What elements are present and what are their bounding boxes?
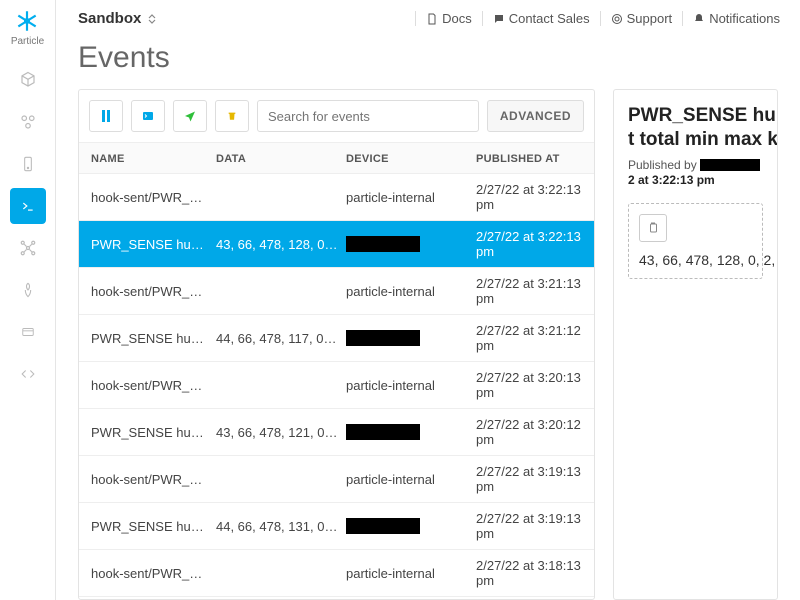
terminal-icon (141, 110, 155, 122)
cell-published: 2/27/22 at 3:19:13 pm (476, 464, 582, 494)
advanced-button[interactable]: ADVANCED (487, 100, 584, 132)
file-icon (426, 13, 438, 25)
cell-data: 43, 66, 478, 121, 0, 2, … (216, 425, 346, 440)
pause-button[interactable] (89, 100, 123, 132)
cell-name: PWR_SENSE humi… (91, 331, 216, 346)
payload-box: 43, 66, 478, 128, 0, 2, 9 (628, 203, 763, 279)
cell-device (346, 424, 476, 441)
table-row[interactable]: PWR_SENSE humi…44, 66, 478, 117, 0, 1, …… (79, 597, 594, 599)
cell-name: hook-sent/PWR_S… (91, 378, 216, 393)
redacted-device (346, 236, 420, 252)
cell-published: 2/27/22 at 3:22:13 pm (476, 182, 582, 212)
cell-device: particle-internal (346, 472, 476, 487)
nav-code-icon[interactable] (10, 356, 46, 392)
redacted-device (346, 424, 420, 440)
cell-name: PWR_SENSE humi… (91, 425, 216, 440)
detail-title-line2: t total min max kWh (628, 128, 763, 152)
table-header: NAME DATA DEVICE PUBLISHED AT (79, 143, 594, 174)
table-row[interactable]: hook-sent/PWR_S… particle-internal2/27/22… (79, 268, 594, 315)
table-row[interactable]: hook-sent/PWR_S… particle-internal2/27/22… (79, 362, 594, 409)
topnav-notifications[interactable]: Notifications (682, 11, 780, 26)
cell-device: particle-internal (346, 284, 476, 299)
topnav-contact[interactable]: Contact Sales (482, 11, 590, 26)
detail-time: 2 at 3:22:13 pm (628, 173, 763, 187)
cell-device (346, 236, 476, 253)
nav-devices-icon[interactable] (10, 146, 46, 182)
events-toolbar: ADVANCED (79, 90, 594, 143)
clear-button[interactable] (215, 100, 249, 132)
clipboard-icon (647, 221, 659, 235)
cell-device (346, 330, 476, 347)
lifebuoy-icon (611, 13, 623, 25)
payload-text: 43, 66, 478, 128, 0, 2, 9 (639, 252, 752, 268)
nav-billing-icon[interactable] (10, 314, 46, 350)
cell-name: hook-sent/PWR_S… (91, 190, 216, 205)
table-row[interactable]: PWR_SENSE humi…43, 66, 478, 121, 0, 2, …… (79, 409, 594, 456)
nav-auth-icon[interactable] (10, 272, 46, 308)
pause-icon (101, 110, 111, 122)
col-header-device: DEVICE (346, 153, 476, 165)
cell-published: 2/27/22 at 3:19:13 pm (476, 511, 582, 541)
redacted-device (700, 159, 760, 171)
workspace-label: Sandbox (78, 10, 141, 27)
cell-data: 44, 66, 478, 131, 0, 1, … (216, 519, 346, 534)
topnav-docs[interactable]: Docs (415, 11, 472, 26)
nav-integrations-icon[interactable] (10, 230, 46, 266)
send-icon (184, 110, 196, 122)
trash-icon (227, 110, 237, 122)
detail-published-by: Published by (628, 158, 763, 172)
topnav-support[interactable]: Support (600, 11, 673, 26)
copy-payload-button[interactable] (639, 214, 667, 242)
chat-icon (493, 13, 505, 25)
page-title: Events (56, 33, 800, 89)
table-row[interactable]: PWR_SENSE humi…44, 66, 478, 117, 0, 1, …… (79, 315, 594, 362)
redacted-device (346, 518, 420, 534)
cell-name: hook-sent/PWR_S… (91, 566, 216, 581)
brand-logo: Particle (11, 8, 44, 47)
cell-device: particle-internal (346, 566, 476, 581)
cell-published: 2/27/22 at 3:20:13 pm (476, 370, 582, 400)
detail-title-line1: PWR_SENSE humidity temp ligh (628, 104, 763, 128)
sidebar: Particle (0, 0, 56, 600)
col-header-data: DATA (216, 153, 346, 165)
cell-published: 2/27/22 at 3:21:13 pm (476, 276, 582, 306)
nav-console-icon[interactable] (10, 188, 46, 224)
events-panel: ADVANCED NAME DATA DEVICE PUBLISHED AT h… (78, 89, 595, 600)
cell-device (346, 518, 476, 535)
cell-device: particle-internal (346, 378, 476, 393)
event-detail-panel: PWR_SENSE humidity temp ligh t total min… (613, 89, 778, 600)
cell-published: 2/27/22 at 3:18:13 pm (476, 558, 582, 588)
col-header-name: NAME (91, 153, 216, 165)
publish-button[interactable] (173, 100, 207, 132)
table-row[interactable]: PWR_SENSE humi…43, 66, 478, 128, 0, 2,… 2… (79, 221, 594, 268)
nav-products-icon[interactable] (10, 62, 46, 98)
cell-data: 43, 66, 478, 128, 0, 2,… (216, 237, 346, 252)
search-input[interactable] (257, 100, 479, 132)
cell-data: 44, 66, 478, 117, 0, 1, … (216, 331, 346, 346)
brand-name: Particle (11, 36, 44, 47)
cell-published: 2/27/22 at 3:22:13 pm (476, 229, 582, 259)
bell-icon (693, 13, 705, 25)
workspace-switcher[interactable]: Sandbox (78, 10, 157, 27)
terminal-button[interactable] (131, 100, 165, 132)
cell-name: hook-sent/PWR_S… (91, 472, 216, 487)
cell-published: 2/27/22 at 3:21:12 pm (476, 323, 582, 353)
table-row[interactable]: hook-sent/PWR_S… particle-internal2/27/22… (79, 550, 594, 597)
topbar: Sandbox Docs Contact Sales Support Notif… (56, 0, 800, 33)
nav-fleet-icon[interactable] (10, 104, 46, 140)
cell-name: PWR_SENSE humi… (91, 519, 216, 534)
cell-published: 2/27/22 at 3:20:12 pm (476, 417, 582, 447)
table-row[interactable]: PWR_SENSE humi…44, 66, 478, 131, 0, 1, …… (79, 503, 594, 550)
events-table: hook-sent/PWR_S…particle-internal2/27/22… (79, 174, 594, 599)
table-row[interactable]: hook-sent/PWR_S… particle-internal2/27/22… (79, 174, 594, 221)
redacted-device (346, 330, 420, 346)
chevron-updown-icon (147, 14, 157, 24)
cell-name: hook-sent/PWR_S… (91, 284, 216, 299)
cell-device: particle-internal (346, 190, 476, 205)
col-header-published: PUBLISHED AT (476, 153, 582, 165)
cell-name: PWR_SENSE humi… (91, 237, 216, 252)
table-row[interactable]: hook-sent/PWR_S… particle-internal2/27/22… (79, 456, 594, 503)
